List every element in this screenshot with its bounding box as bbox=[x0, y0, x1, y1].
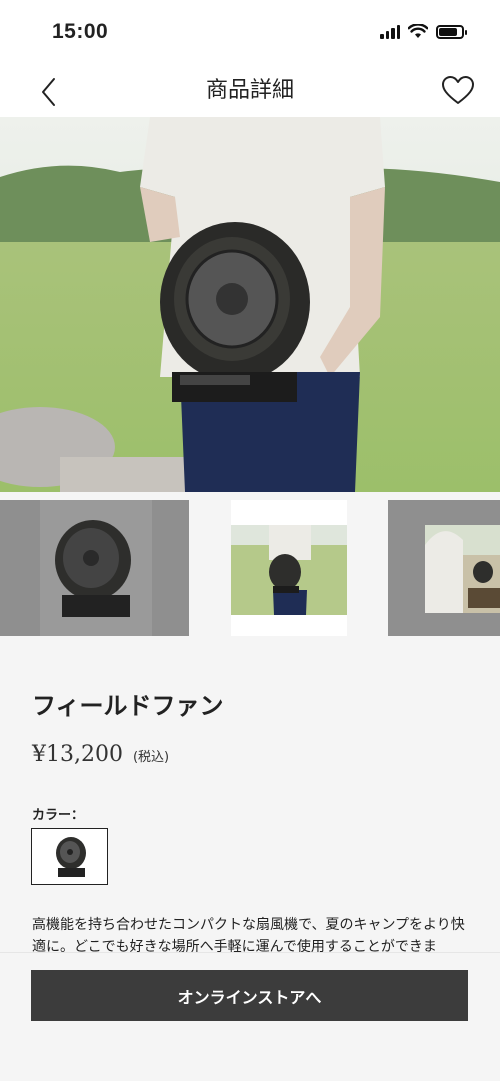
heart-icon bbox=[442, 76, 474, 104]
hero-product-image bbox=[0, 117, 500, 492]
camp-scene-thumbnail-image bbox=[425, 525, 500, 613]
bottom-action-bar: オンラインストアへ bbox=[0, 952, 500, 1081]
color-label: カラー： bbox=[32, 808, 85, 823]
cellular-signal-icon bbox=[380, 24, 400, 39]
status-bar: 15:00 bbox=[0, 0, 500, 62]
price-row: ¥13,200 (税込) bbox=[32, 742, 169, 767]
status-time: 15:00 bbox=[52, 20, 109, 43]
tax-label: (税込) bbox=[132, 750, 170, 765]
status-icons bbox=[380, 24, 467, 39]
battery-icon bbox=[436, 24, 467, 39]
fan-product-thumbnail-image bbox=[40, 500, 152, 636]
thumbnail-strip bbox=[0, 500, 500, 636]
product-name: フィールドファン bbox=[32, 692, 224, 720]
fan-color-swatch-image bbox=[55, 836, 86, 877]
hero-photo bbox=[0, 117, 500, 492]
thumbnail-1[interactable] bbox=[0, 500, 189, 636]
thumbnail-2[interactable] bbox=[189, 500, 388, 636]
favorite-button[interactable] bbox=[438, 70, 478, 110]
thumbnail-3[interactable] bbox=[388, 500, 500, 636]
page-title: 商品詳細 bbox=[205, 78, 294, 103]
online-store-button[interactable]: オンラインストアへ bbox=[31, 970, 468, 1021]
navigation-bar: 商品詳細 bbox=[0, 62, 500, 117]
wifi-icon bbox=[408, 24, 428, 38]
color-option-selected[interactable] bbox=[31, 828, 108, 885]
person-holding-fan-thumbnail-image bbox=[231, 500, 347, 636]
price: ¥13,200 bbox=[32, 742, 123, 767]
